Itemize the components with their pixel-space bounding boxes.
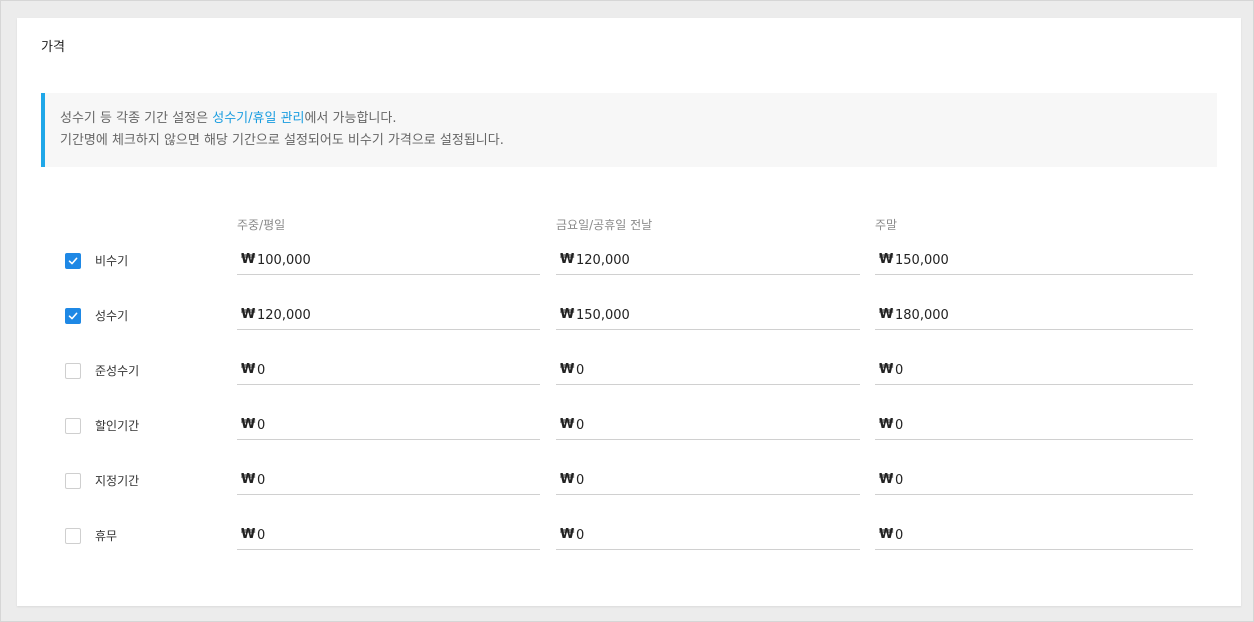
price-row: 지정기간 ₩ ₩ ₩ [17, 467, 1241, 507]
column-header-friday-holiday-eve: 금요일/공휴일 전날 [556, 218, 653, 232]
price-field-weekend: ₩ [875, 467, 1193, 495]
won-currency-icon: ₩ [879, 252, 894, 267]
won-currency-icon: ₩ [560, 472, 575, 487]
checkmark-icon [68, 312, 78, 320]
price-field-friday-holiday-eve: ₩ [556, 467, 860, 495]
period-checkbox[interactable] [65, 253, 81, 269]
won-currency-icon: ₩ [241, 417, 256, 432]
notice-line-2: 기간명에 체크하지 않으면 해당 기간으로 설정되어도 비수기 가격으로 설정됩… [60, 133, 504, 148]
price-field-weekend: ₩ [875, 412, 1193, 440]
price-input[interactable] [257, 525, 536, 545]
won-currency-icon: ₩ [241, 527, 256, 542]
price-input[interactable] [895, 415, 1189, 435]
price-input[interactable] [257, 250, 536, 270]
price-field-weekend: ₩ [875, 247, 1193, 275]
info-notice: 성수기 등 각종 기간 설정은 성수기/휴일 관리에서 가능합니다. 기간명에 … [41, 93, 1217, 167]
peak-holiday-management-link[interactable]: 성수기/휴일 관리 [212, 111, 304, 126]
won-currency-icon: ₩ [560, 417, 575, 432]
period-label: 휴무 [95, 529, 118, 543]
won-currency-icon: ₩ [560, 362, 575, 377]
price-row: 할인기간 ₩ ₩ ₩ [17, 412, 1241, 452]
price-panel: 가격 성수기 등 각종 기간 설정은 성수기/휴일 관리에서 가능합니다. 기간… [17, 18, 1241, 606]
period-checkbox[interactable] [65, 528, 81, 544]
period-label: 지정기간 [95, 474, 140, 488]
price-input[interactable] [576, 360, 856, 380]
price-field-friday-holiday-eve: ₩ [556, 247, 860, 275]
window-frame: 가격 성수기 등 각종 기간 설정은 성수기/휴일 관리에서 가능합니다. 기간… [0, 0, 1254, 622]
price-field-weekend: ₩ [875, 302, 1193, 330]
price-input[interactable] [895, 305, 1189, 325]
won-currency-icon: ₩ [879, 417, 894, 432]
period-label: 성수기 [95, 309, 129, 323]
period-label: 비수기 [95, 254, 129, 268]
won-currency-icon: ₩ [879, 362, 894, 377]
period-checkbox[interactable] [65, 363, 81, 379]
price-field-friday-holiday-eve: ₩ [556, 302, 860, 330]
price-row: 비수기 ₩ ₩ ₩ [17, 247, 1241, 287]
price-input[interactable] [576, 470, 856, 490]
price-row: 성수기 ₩ ₩ ₩ [17, 302, 1241, 342]
won-currency-icon: ₩ [879, 307, 894, 322]
price-input[interactable] [895, 470, 1189, 490]
column-header-weekend: 주말 [875, 218, 898, 232]
won-currency-icon: ₩ [241, 307, 256, 322]
price-input[interactable] [895, 250, 1189, 270]
notice-line-1: 성수기 등 각종 기간 설정은 성수기/휴일 관리에서 가능합니다. [60, 108, 1217, 130]
period-label: 할인기간 [95, 419, 140, 433]
price-input[interactable] [895, 360, 1189, 380]
price-row: 준성수기 ₩ ₩ ₩ [17, 357, 1241, 397]
price-input[interactable] [257, 470, 536, 490]
won-currency-icon: ₩ [241, 362, 256, 377]
checkmark-icon [68, 257, 78, 265]
price-field-weekday: ₩ [237, 467, 540, 495]
won-currency-icon: ₩ [241, 472, 256, 487]
price-input[interactable] [576, 525, 856, 545]
price-input[interactable] [257, 305, 536, 325]
won-currency-icon: ₩ [879, 472, 894, 487]
price-field-weekday: ₩ [237, 412, 540, 440]
period-label: 준성수기 [95, 364, 140, 378]
column-header-weekday: 주중/평일 [237, 218, 286, 232]
won-currency-icon: ₩ [560, 307, 575, 322]
price-field-friday-holiday-eve: ₩ [556, 522, 860, 550]
price-field-weekend: ₩ [875, 357, 1193, 385]
price-field-weekday: ₩ [237, 522, 540, 550]
price-field-friday-holiday-eve: ₩ [556, 357, 860, 385]
price-input[interactable] [257, 360, 536, 380]
price-input[interactable] [576, 305, 856, 325]
price-input[interactable] [576, 250, 856, 270]
won-currency-icon: ₩ [241, 252, 256, 267]
section-title: 가격 [41, 40, 65, 55]
price-field-weekday: ₩ [237, 357, 540, 385]
price-input[interactable] [576, 415, 856, 435]
price-input[interactable] [895, 525, 1189, 545]
notice-line-1-suffix: 에서 가능합니다. [304, 111, 397, 126]
period-checkbox[interactable] [65, 418, 81, 434]
price-field-weekday: ₩ [237, 302, 540, 330]
price-field-weekend: ₩ [875, 522, 1193, 550]
price-field-friday-holiday-eve: ₩ [556, 412, 860, 440]
period-checkbox[interactable] [65, 473, 81, 489]
won-currency-icon: ₩ [879, 527, 894, 542]
won-currency-icon: ₩ [560, 252, 575, 267]
won-currency-icon: ₩ [560, 527, 575, 542]
period-checkbox[interactable] [65, 308, 81, 324]
notice-line-1-prefix: 성수기 등 각종 기간 설정은 [60, 111, 213, 126]
price-row: 휴무 ₩ ₩ ₩ [17, 522, 1241, 562]
price-input[interactable] [257, 415, 536, 435]
price-field-weekday: ₩ [237, 247, 540, 275]
